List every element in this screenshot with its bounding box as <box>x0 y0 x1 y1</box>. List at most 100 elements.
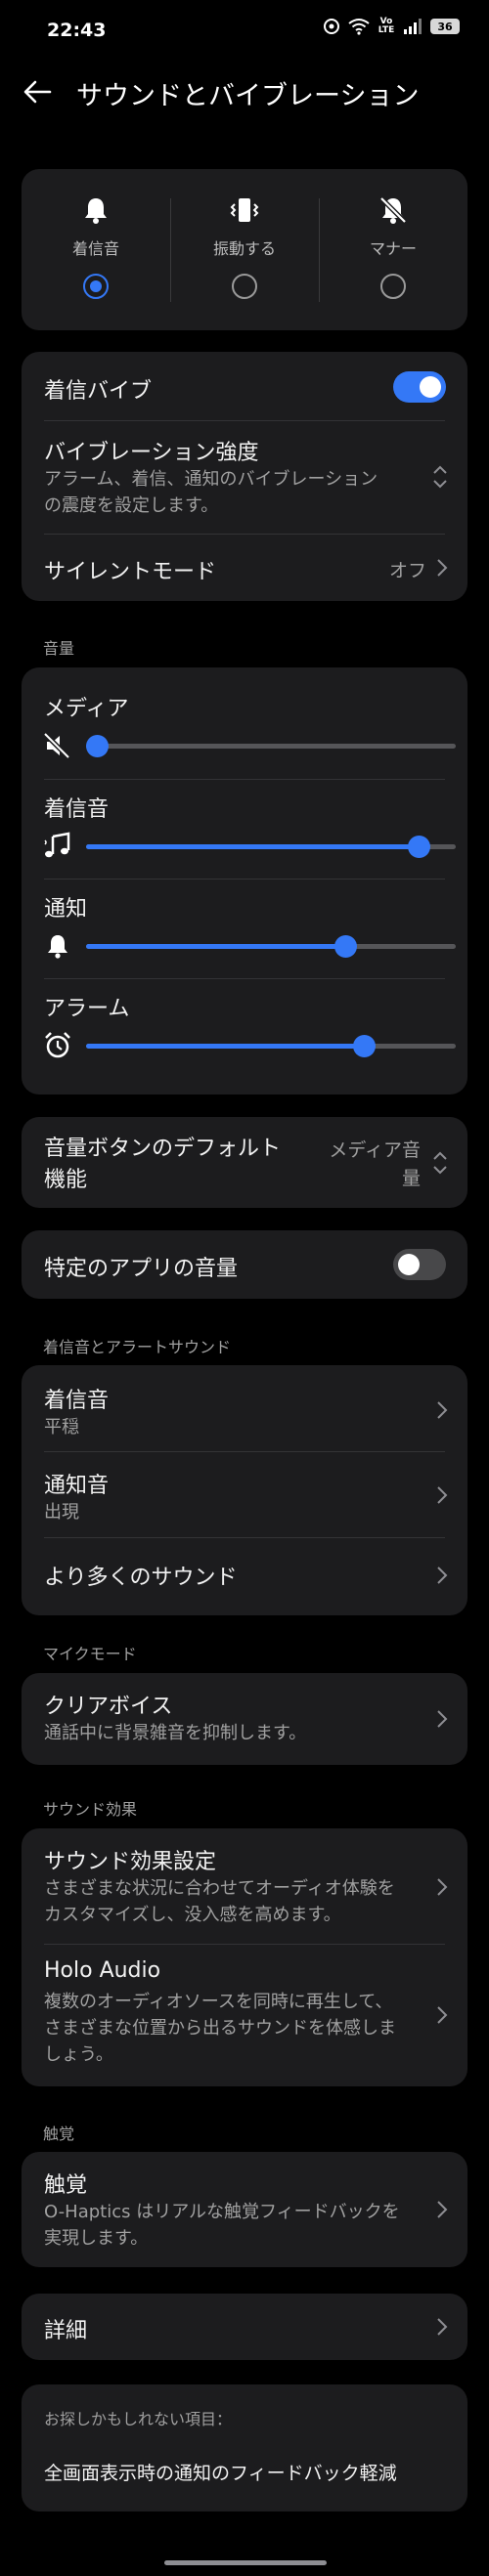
slider-thumb[interactable] <box>333 935 357 958</box>
ring-mode-option-vibrate[interactable]: 振動する <box>170 169 319 330</box>
ringtone-volume-label: 着信音 <box>44 797 110 822</box>
toggle-knob <box>398 1254 420 1275</box>
ringtone-title: 着信音 <box>44 1389 110 1413</box>
ring-mode-option-silent[interactable]: マナー <box>319 169 467 330</box>
vibration-intensity-row[interactable]: バイブレーション強度 アラーム、着信、通知のバイブレーション の震度を設定します… <box>22 421 467 534</box>
alarm-volume-slider[interactable] <box>86 1035 456 1057</box>
alarm-clock-icon <box>45 1032 70 1058</box>
volume-section-label: 音量 <box>43 639 75 658</box>
ring-vibrate-toggle[interactable] <box>393 371 446 403</box>
ring-mode-label: 振動する <box>212 239 276 258</box>
ring-mode-option-ring[interactable]: 着信音 <box>22 169 170 330</box>
ring-mode-label: マナー <box>369 239 417 258</box>
data-saver-icon <box>323 18 340 35</box>
mic-mode-section-label: マイクモード <box>43 1645 137 1663</box>
slider-thumb[interactable] <box>86 735 109 757</box>
silent-mode-label: サイレントモード <box>44 560 217 584</box>
ring-mode-card: 着信音 振動する マナー <box>22 169 467 330</box>
status-icons: Vo LTE 36 <box>323 18 460 35</box>
ring-mode-radio[interactable] <box>83 274 109 299</box>
slider-thumb[interactable] <box>408 836 431 858</box>
wifi-icon <box>348 18 370 35</box>
app-volume-row[interactable]: 特定のアプリの音量 <box>22 1230 467 1299</box>
slider-fill <box>86 944 345 949</box>
notification-sound-row[interactable]: 通知音 出現 <box>22 1452 467 1536</box>
ringtones-card: 着信音 平穏 通知音 出現 より多くのサウンド <box>22 1365 467 1615</box>
status-time: 22:43 <box>47 20 107 41</box>
clear-voice-row[interactable]: クリアボイス 通話中に背景雑音を抑制します。 <box>22 1673 467 1765</box>
sound-effect-settings-row[interactable]: サウンド効果設定 さまざまな状況に合わせてオーディオ体験を カスタマイズし、没入… <box>22 1828 467 1944</box>
alarm-volume-label: アラーム <box>44 997 130 1021</box>
details-label: 詳細 <box>44 2319 88 2343</box>
ring-mode-label: 着信音 <box>71 239 119 258</box>
volume-button-default-value: 量 <box>401 1168 421 1189</box>
ring-mode-radio[interactable] <box>232 274 257 299</box>
back-arrow-icon <box>23 80 52 104</box>
slider-fill <box>86 844 420 849</box>
home-indicator[interactable] <box>164 2560 327 2565</box>
haptics-row[interactable]: 触覚 O-Haptics はリアルな触覚フィードバックを 実現します。 <box>22 2152 467 2267</box>
clear-voice-title: クリアボイス <box>44 1695 173 1719</box>
page-title: サウンドとバイブレーション <box>76 81 420 111</box>
clear-voice-sub: 通話中に背景雑音を抑制します。 <box>44 1723 307 1743</box>
status-bar: 22:43 Vo LTE 36 <box>0 0 489 59</box>
chevron-right-icon <box>437 1710 448 1728</box>
volume-button-default-row[interactable]: 音量ボタンのデフォルト 機能 メディア音 量 <box>22 1117 467 1208</box>
notification-volume-label: 通知 <box>44 897 88 922</box>
haptics-sub: O-Haptics はリアルな触覚フィードバックを <box>44 2202 400 2222</box>
battery-icon: 36 <box>430 19 460 34</box>
ringtone-row[interactable]: 着信音 平穏 <box>22 1365 467 1451</box>
ringtone-sub: 平穏 <box>44 1417 79 1438</box>
sound-effect-settings-title: サウンド効果設定 <box>44 1850 217 1874</box>
ring-vibrate-label: 着信バイブ <box>44 379 153 404</box>
volume-card: メディア 着信音 通知 アラーム <box>22 667 467 1095</box>
sound-effects-card: サウンド効果設定 さまざまな状況に合わせてオーディオ体験を カスタマイズし、没入… <box>22 1828 467 2086</box>
chevron-right-icon <box>437 1401 448 1419</box>
up-down-chevron-icon <box>433 465 447 489</box>
volte-icon: Vo LTE <box>378 17 395 35</box>
vibrate-icon <box>230 198 259 222</box>
suggestions-card: お探しかもしれない項目： 全画面表示時の通知のフィードバック軽減 <box>22 2384 467 2512</box>
ring-mode-radio[interactable] <box>380 274 406 299</box>
up-down-chevron-icon <box>433 1151 447 1175</box>
vibration-intensity-title: バイブレーション強度 <box>44 441 259 465</box>
chevron-right-icon <box>437 1486 448 1504</box>
vibration-intensity-sub: の震度を設定します。 <box>44 495 219 516</box>
slider-thumb[interactable] <box>352 1035 376 1057</box>
details-row[interactable]: 詳細 <box>22 2294 467 2360</box>
back-button[interactable] <box>18 72 57 111</box>
silent-mode-row[interactable]: サイレントモード オフ <box>22 535 467 601</box>
notification-sound-title: 通知音 <box>44 1474 110 1498</box>
signal-icon <box>403 19 422 34</box>
app-volume-label: 特定のアプリの音量 <box>44 1257 239 1281</box>
divider <box>44 879 445 880</box>
silent-mode-value: オフ <box>388 560 426 581</box>
holo-audio-sub: しょう。 <box>44 2044 113 2065</box>
more-sounds-row[interactable]: より多くのサウンド <box>22 1538 467 1615</box>
volume-button-default-title: 音量ボタンのデフォルト <box>44 1137 282 1161</box>
media-volume-label: メディア <box>44 697 129 721</box>
ring-vibrate-row[interactable]: 着信バイブ <box>22 352 467 420</box>
chevron-right-icon <box>437 2006 448 2024</box>
bell-off-icon <box>379 196 407 224</box>
sound-effect-settings-sub: さまざまな状況に合わせてオーディオ体験を <box>44 1878 395 1899</box>
haptics-sub: 実現します。 <box>44 2228 149 2249</box>
ringtone-volume-slider[interactable] <box>86 836 456 858</box>
media-volume-slider[interactable] <box>86 735 456 757</box>
volume-button-default-value: メディア音 <box>329 1139 421 1161</box>
more-sounds-title: より多くのサウンド <box>44 1566 238 1590</box>
slider-fill <box>86 1044 364 1049</box>
chevron-right-icon <box>437 2201 448 2218</box>
vibration-intensity-sub: アラーム、着信、通知のバイブレーション <box>44 469 378 490</box>
suggestion-item[interactable]: 全画面表示時の通知のフィードバック軽減 <box>44 2459 397 2485</box>
chevron-right-icon <box>437 1878 448 1896</box>
notification-volume-slider[interactable] <box>86 935 456 958</box>
vibration-card: 着信バイブ バイブレーション強度 アラーム、着信、通知のバイブレーション の震度… <box>22 352 467 601</box>
ringtones-section-label: 着信音とアラートサウンド <box>43 1338 232 1356</box>
app-volume-toggle[interactable] <box>393 1249 446 1280</box>
holo-audio-sub: 複数のオーディオソースを同時に再生して、 <box>44 1992 393 2012</box>
sound-effect-settings-sub: カスタマイズし、没入感を高めます。 <box>44 1905 341 1925</box>
haptics-section-label: 触覚 <box>43 2125 75 2143</box>
holo-audio-row[interactable]: Holo Audio 複数のオーディオソースを同時に再生して、 さまざまな位置か… <box>22 1945 467 2086</box>
header: サウンドとバイブレーション <box>0 59 489 123</box>
